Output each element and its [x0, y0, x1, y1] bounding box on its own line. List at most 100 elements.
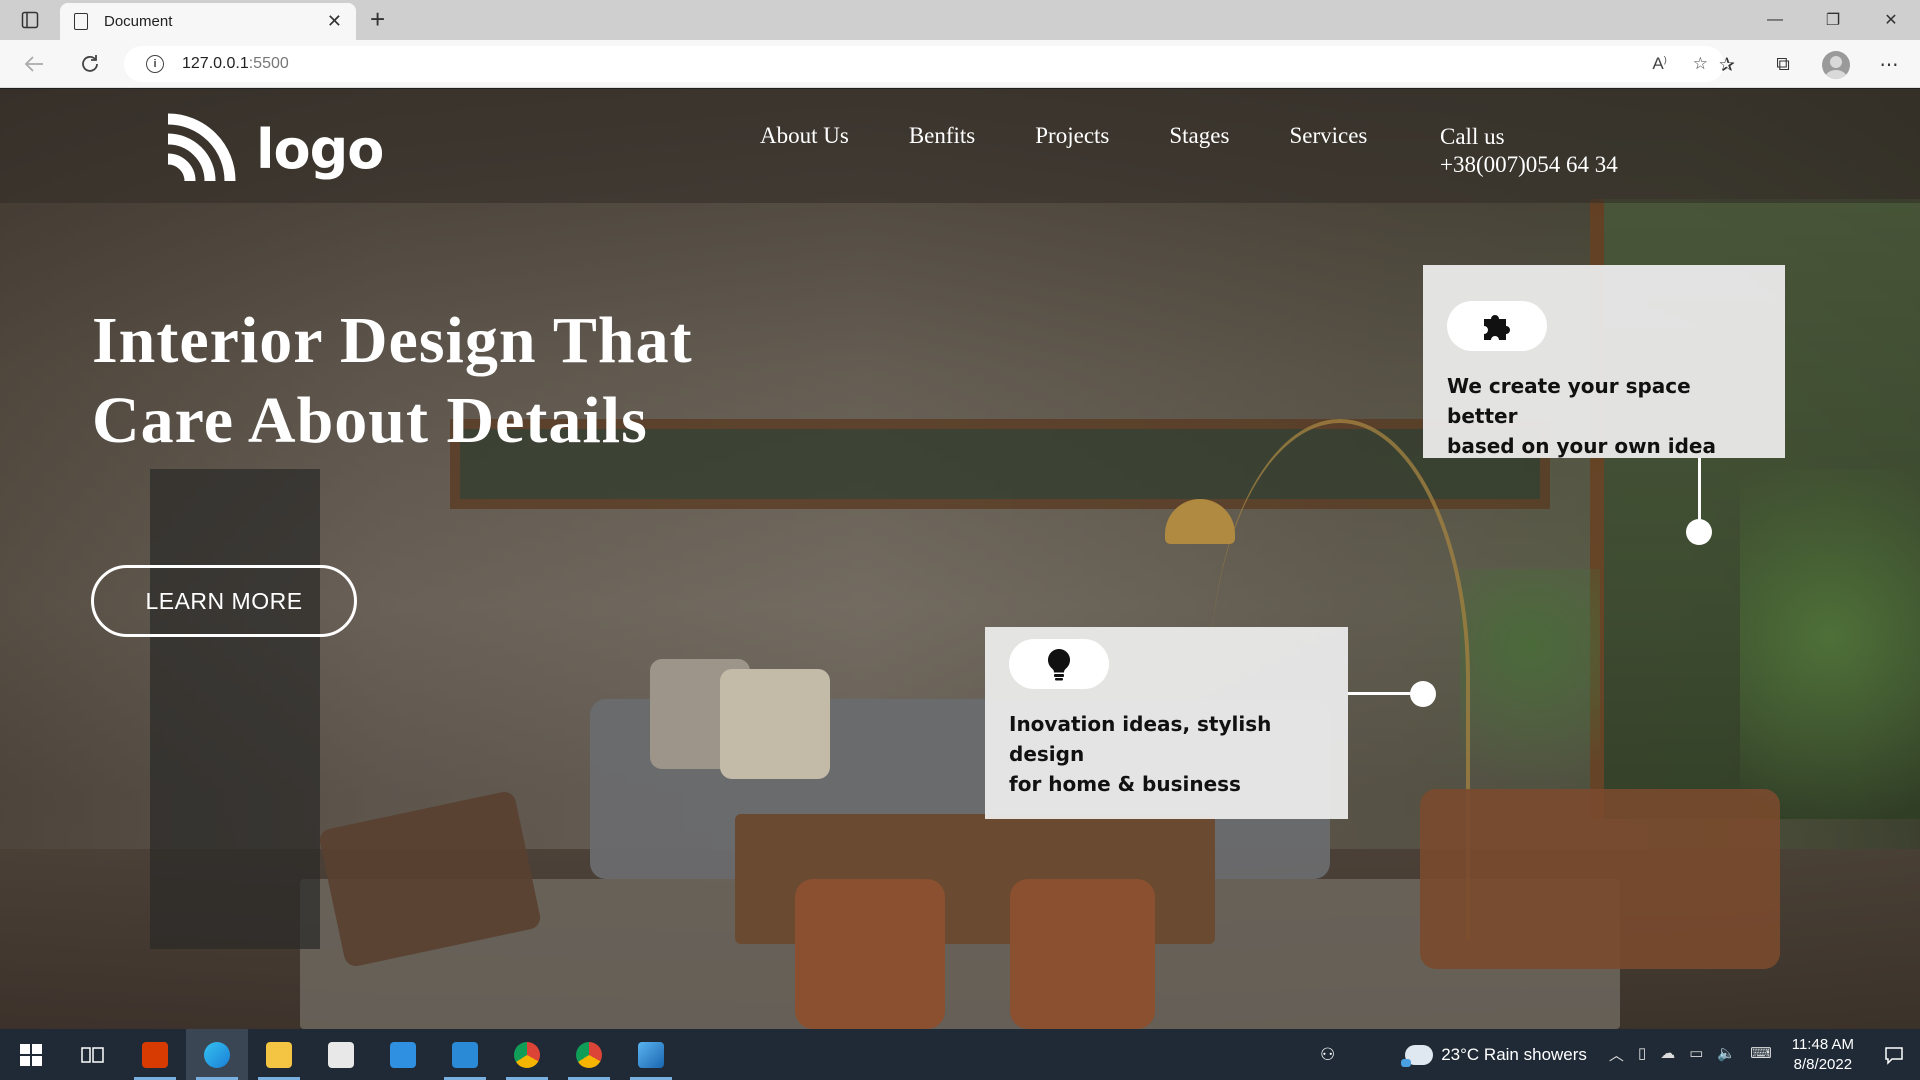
new-tab-button[interactable]: + — [370, 4, 385, 35]
windows-logo-icon — [20, 1043, 42, 1066]
add-favorite-icon[interactable]: ☆ — [1693, 54, 1708, 74]
feature-card-line: based on your own idea — [1447, 434, 1716, 458]
photos-icon — [638, 1041, 664, 1068]
nav-benefits[interactable]: Benfits — [909, 123, 975, 149]
feature-card-text: We create your space better based on you… — [1447, 371, 1761, 461]
nav-stages[interactable]: Stages — [1169, 123, 1229, 149]
puzzle-icon — [1484, 315, 1510, 340]
hero-title: Interior Design That Care About Details — [92, 301, 693, 461]
hero-title-line1: Interior Design That — [92, 304, 693, 377]
url-text: 127.0.0.1:5500 — [182, 55, 289, 72]
clock-date: 8/8/2022 — [1793, 1055, 1853, 1073]
connector-line — [1698, 458, 1701, 522]
onedrive-icon[interactable]: ☁ — [1660, 1044, 1675, 1065]
logo-mark-icon — [167, 113, 236, 182]
close-window-button[interactable]: ✕ — [1862, 0, 1920, 40]
store-icon — [328, 1041, 354, 1068]
feature-card-idea: We create your space better based on you… — [1423, 265, 1785, 458]
profile-avatar[interactable] — [1822, 51, 1850, 79]
nav-about-us[interactable]: About Us — [760, 123, 849, 149]
favorites-icon[interactable]: ✰ — [1710, 48, 1744, 82]
tab-close-icon[interactable]: ✕ — [327, 11, 342, 32]
taskbar-vscode[interactable] — [434, 1029, 496, 1080]
site-logo[interactable]: logo — [162, 111, 384, 187]
feature-card-line: for home & business — [1009, 772, 1241, 796]
task-view-icon — [81, 1046, 104, 1063]
taskbar-store[interactable] — [310, 1029, 372, 1080]
taskbar-chrome[interactable] — [496, 1029, 558, 1080]
tab-title: Document — [104, 13, 173, 30]
battery-icon[interactable]: ▭ — [1689, 1044, 1703, 1065]
refresh-icon — [82, 55, 98, 72]
background-left-door — [150, 469, 320, 949]
rain-cloud-icon — [1401, 1044, 1434, 1067]
feature-card-line: design — [1009, 742, 1085, 766]
people-icon[interactable]: ⚇ — [1320, 1045, 1335, 1065]
edge-icon — [204, 1041, 230, 1068]
back-button[interactable] — [20, 50, 48, 78]
more-menu-icon[interactable]: ⋯ — [1872, 48, 1906, 82]
clock-time: 11:48 AM — [1791, 1035, 1854, 1053]
notification-icon — [1885, 1046, 1903, 1065]
refresh-button[interactable] — [76, 50, 104, 78]
call-us-label: Call us — [1440, 124, 1505, 149]
weather-widget[interactable]: 23°C Rain showers — [1401, 1044, 1587, 1067]
vscode-icon — [452, 1041, 478, 1068]
clock[interactable]: 11:48 AM 8/8/2022 — [1792, 1035, 1854, 1075]
taskbar-office[interactable] — [124, 1029, 186, 1080]
nav-projects[interactable]: Projects — [1035, 123, 1109, 149]
call-us[interactable]: Call us +38(007)054 64 34 — [1440, 123, 1618, 179]
chrome-icon — [576, 1041, 602, 1068]
weather-text: 23°C Rain showers — [1441, 1044, 1587, 1064]
window-controls: — ❐ ✕ — [1746, 0, 1920, 40]
background-pouf — [1010, 879, 1155, 1029]
tab-actions-icon — [21, 11, 39, 29]
url-bar-actions: A) ☆ — [1652, 46, 1708, 82]
hero-section: logo About Us Benfits Projects Stages Se… — [0, 89, 1920, 1029]
show-hidden-icon[interactable]: ︿ — [1609, 1044, 1624, 1065]
logo-text: logo — [256, 117, 384, 181]
back-arrow-icon — [24, 56, 43, 72]
lightbulb-icon — [1047, 649, 1071, 681]
browser-tab[interactable]: Document ✕ — [60, 3, 356, 40]
call-us-number: +38(007)054 64 34 — [1440, 152, 1618, 177]
collections-icon[interactable]: ⧉ — [1766, 48, 1800, 82]
tab-actions-button[interactable] — [0, 0, 60, 40]
learn-more-button[interactable]: LEARN MORE — [91, 565, 357, 637]
nav-services[interactable]: Services — [1289, 123, 1367, 149]
chrome-icon — [514, 1041, 540, 1068]
volume-icon[interactable]: 🔈 — [1717, 1044, 1736, 1065]
restore-button[interactable]: ❐ — [1804, 0, 1862, 40]
device-icon[interactable]: ▯ — [1638, 1044, 1646, 1065]
keyboard-icon[interactable]: ⌨ — [1750, 1044, 1772, 1065]
site-header: logo About Us Benfits Projects Stages Se… — [0, 89, 1920, 203]
tray-icons: ︿ ▯ ☁ ▭ 🔈 ⌨ — [1609, 1044, 1772, 1065]
office-icon — [142, 1041, 168, 1068]
taskbar-mail[interactable] — [372, 1029, 434, 1080]
url-bar[interactable]: i 127.0.0.1:5500 A) ☆ — [124, 46, 1724, 82]
start-button[interactable] — [0, 1029, 62, 1080]
feature-card-line: Inovation ideas, stylish — [1009, 712, 1272, 736]
hero-title-line2: Care About Details — [92, 384, 648, 457]
system-tray: ⚇ 23°C Rain showers ︿ ▯ ☁ ▭ 🔈 ⌨ 11:48 AM… — [1320, 1029, 1920, 1080]
hotspot-dot[interactable] — [1410, 681, 1436, 707]
minimize-button[interactable]: — — [1746, 0, 1804, 40]
document-icon — [74, 13, 88, 30]
background-chair-right — [1420, 789, 1780, 969]
taskbar-edge[interactable] — [186, 1029, 248, 1080]
taskbar-chrome-profile[interactable] — [558, 1029, 620, 1080]
notification-button[interactable] — [1876, 1029, 1912, 1080]
read-aloud-icon[interactable]: A) — [1652, 54, 1666, 74]
task-view-button[interactable] — [62, 1029, 124, 1080]
background-cushion — [720, 669, 830, 779]
mail-icon — [390, 1041, 416, 1068]
taskbar-photos[interactable] — [620, 1029, 682, 1080]
folder-icon — [266, 1041, 292, 1068]
feature-card-text: Inovation ideas, stylish design for home… — [1009, 709, 1324, 799]
browser-toolbar: ✰ ⧉ ⋯ — [1710, 48, 1906, 82]
hotspot-dot[interactable] — [1686, 519, 1712, 545]
site-info-icon[interactable]: i — [146, 55, 164, 73]
taskbar-file-explorer[interactable] — [248, 1029, 310, 1080]
background-pouf — [795, 879, 945, 1029]
main-nav: About Us Benfits Projects Stages Service… — [760, 123, 1367, 149]
